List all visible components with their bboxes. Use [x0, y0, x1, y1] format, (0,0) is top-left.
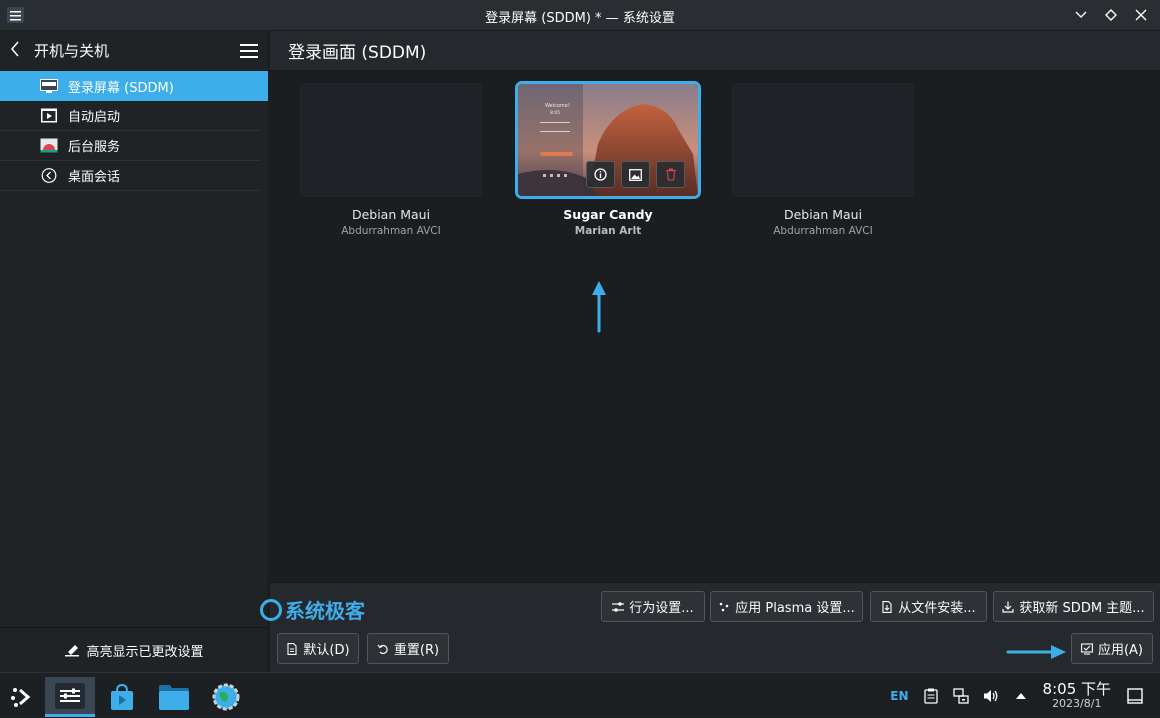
- minimize-button[interactable]: [1074, 6, 1088, 24]
- trash-icon: [665, 168, 676, 181]
- services-icon: [40, 138, 58, 153]
- taskbar-discover[interactable]: [97, 677, 147, 717]
- theme-card[interactable]: Debian Maui Abdurrahman AVCI: [733, 84, 913, 237]
- behavior-settings-button[interactable]: 行为设置...: [601, 591, 705, 622]
- theme-preview: [301, 84, 481, 196]
- undo-icon: [377, 644, 388, 654]
- session-icon: [41, 168, 57, 183]
- theme-author: Marian Arlt: [574, 225, 642, 237]
- close-button[interactable]: [1134, 6, 1148, 24]
- hamburger-menu-icon[interactable]: [240, 43, 258, 58]
- watermark: 系统极客: [260, 595, 365, 624]
- sidebar-item-sddm[interactable]: 登录屏幕 (SDDM): [0, 71, 268, 101]
- defaults-button[interactable]: 默认(D): [277, 633, 359, 664]
- taskbar-file-manager[interactable]: [149, 677, 199, 717]
- get-new-themes-button[interactable]: 获取新 SDDM 主题...: [993, 591, 1154, 622]
- clock-date: 2023/8/1: [1052, 696, 1102, 710]
- svg-text:Welcome!: Welcome!: [545, 103, 570, 109]
- digital-clock[interactable]: 8:05 下午 2023/8/1: [1042, 679, 1111, 710]
- autostart-icon: [41, 108, 57, 123]
- theme-grid: Debian Maui Abdurrahman AVCI Welcome! 8:…: [270, 71, 1160, 582]
- image-icon: [629, 168, 642, 181]
- launcher-icon: [11, 688, 31, 707]
- keyboard-layout-indicator[interactable]: EN: [890, 689, 908, 703]
- theme-card[interactable]: Debian Maui Abdurrahman AVCI: [301, 84, 481, 237]
- page-title: 登录画面 (SDDM): [270, 31, 1160, 71]
- window-title: 登录屏幕 (SDDM) * — 系统设置: [485, 11, 675, 26]
- theme-preview: Welcome! 8:05: [518, 84, 698, 196]
- taskbar-settings-globe[interactable]: [201, 677, 251, 717]
- theme-author: Abdurrahman AVCI: [341, 225, 441, 237]
- diamond-icon: [1105, 9, 1117, 21]
- close-icon: [1135, 9, 1147, 21]
- taskbar: EN 8:05 下午 2023/8/1: [0, 672, 1160, 717]
- sidebar-item-sessions[interactable]: 桌面会话: [0, 161, 260, 191]
- highlight-changed-label: 高亮显示已更改设置: [86, 644, 204, 660]
- show-desktop-icon[interactable]: [1127, 687, 1143, 704]
- svg-text:8:05: 8:05: [550, 110, 560, 116]
- download-icon: [1002, 601, 1015, 613]
- highlight-changed-button[interactable]: 高亮显示已更改设置: [0, 627, 268, 672]
- sidebar-item-label: 桌面会话: [68, 170, 121, 185]
- globe-gear-icon: [212, 683, 240, 711]
- maximize-button[interactable]: [1104, 6, 1118, 24]
- highlighter-icon: [65, 645, 80, 657]
- folder-icon: [159, 685, 189, 710]
- apply-icon: [1081, 642, 1093, 655]
- sidebar-item-label: 登录屏幕 (SDDM): [68, 80, 174, 96]
- app-launcher-button[interactable]: [0, 677, 44, 717]
- bottom-toolbar: 系统极客 行为设置... 应用 Plasma 设置... 从文件安装... 获取…: [260, 582, 1160, 672]
- monitor-icon: [40, 78, 58, 93]
- annotation-arrow-right-icon: [1006, 645, 1066, 659]
- chevron-down-icon: [1075, 11, 1087, 18]
- theme-card-selected[interactable]: Welcome! 8:05 Sugar Candy Marian Arlt: [518, 84, 698, 237]
- theme-author: Abdurrahman AVCI: [773, 225, 873, 237]
- sidebar-header: 开机与关机: [0, 31, 268, 71]
- apply-button[interactable]: 应用(A): [1071, 633, 1153, 664]
- sidebar-item-label: 后台服务: [68, 140, 121, 155]
- plasma-icon: [719, 602, 729, 611]
- theme-name: Sugar Candy: [563, 207, 653, 222]
- theme-name: Debian Maui: [783, 207, 863, 222]
- sidebar: 开机与关机 登录屏幕 (SDDM) 自动启动 后台服务 桌面会话 高亮显示已更改…: [0, 31, 269, 672]
- theme-info-button[interactable]: [586, 161, 615, 188]
- system-tray: EN 8:05 下午 2023/8/1: [890, 673, 1160, 718]
- sidebar-item-autostart[interactable]: 自动启动: [0, 101, 260, 131]
- theme-name: Debian Maui: [351, 207, 431, 222]
- back-button[interactable]: [10, 41, 28, 61]
- tray-expand-icon[interactable]: [1013, 688, 1029, 704]
- theme-delete-button[interactable]: [656, 161, 685, 188]
- sliders-icon: [612, 601, 625, 612]
- clipboard-icon[interactable]: [923, 688, 939, 704]
- install-from-file-button[interactable]: 从文件安装...: [870, 591, 987, 622]
- clock-time: 8:05 下午: [1042, 679, 1111, 698]
- document-defaults-icon: [287, 642, 297, 655]
- file-install-icon: [882, 600, 892, 613]
- sidebar-item-label: 自动启动: [68, 110, 121, 125]
- reset-button[interactable]: 重置(R): [367, 633, 449, 664]
- chevron-left-icon: [11, 41, 19, 56]
- annotation-arrow-up-icon: [592, 281, 606, 333]
- info-icon: [594, 168, 607, 181]
- theme-background-button[interactable]: [621, 161, 650, 188]
- theme-preview: [733, 84, 913, 196]
- taskbar-system-settings[interactable]: [45, 677, 95, 717]
- shopping-bag-icon: [111, 683, 133, 710]
- apply-plasma-settings-button[interactable]: 应用 Plasma 设置...: [710, 591, 863, 622]
- network-icon[interactable]: [952, 687, 969, 704]
- theme-actions: [586, 161, 685, 188]
- system-settings-icon: [55, 682, 85, 709]
- title-bar: 登录屏幕 (SDDM) * — 系统设置: [0, 0, 1160, 31]
- main-panel: 登录画面 (SDDM) Debian Maui Abdurrahman AVCI: [260, 31, 1160, 672]
- sidebar-heading: 开机与关机: [34, 42, 110, 60]
- watermark-logo-icon: [260, 598, 282, 621]
- volume-icon[interactable]: [983, 688, 999, 704]
- sidebar-item-services[interactable]: 后台服务: [0, 131, 260, 161]
